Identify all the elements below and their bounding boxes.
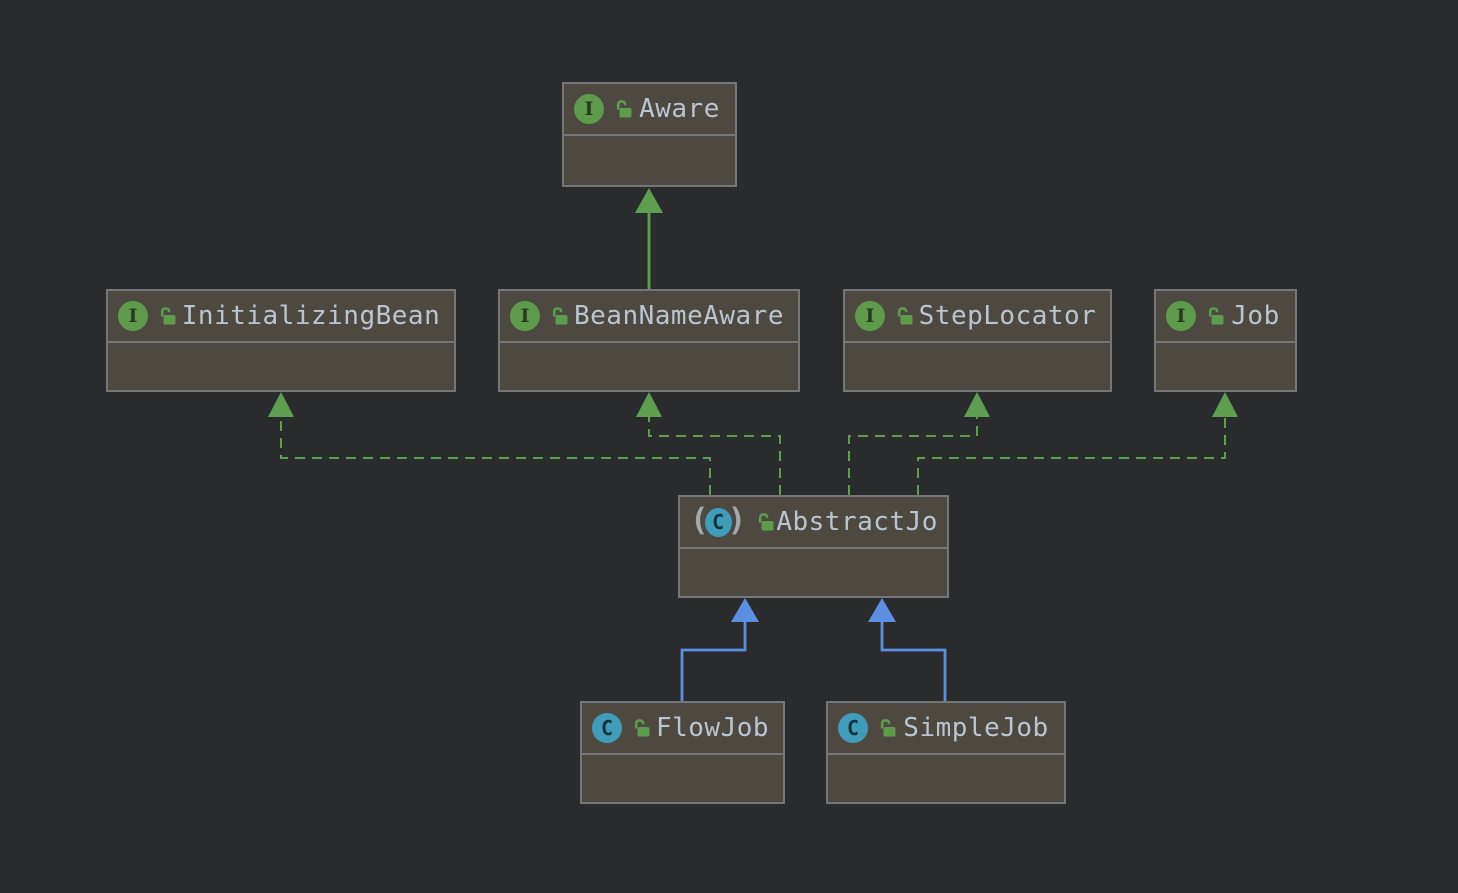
node-header: I Job: [1156, 291, 1295, 343]
node-header: I StepLocator: [845, 291, 1110, 343]
abstract-paren-close: ): [728, 506, 747, 535]
class-letter: C: [847, 718, 859, 738]
class-node-abstractjob[interactable]: ( C ) AbstractJob: [678, 495, 949, 598]
node-header: C SimpleJob: [828, 703, 1064, 755]
class-node-flowjob[interactable]: C FlowJob: [580, 701, 785, 804]
class-name: Job: [1226, 301, 1285, 331]
unlocked-icon: [877, 718, 898, 739]
edge-simplejob-extends-abstractjob: [868, 598, 945, 701]
node-header: ( C ) AbstractJob: [680, 497, 947, 549]
node-header: I Aware: [564, 84, 735, 136]
class-name: AbstractJob: [776, 507, 937, 537]
unlocked-icon: [549, 306, 570, 327]
abstract-class-icon: ( C ): [690, 508, 746, 537]
interface-letter: I: [129, 307, 138, 326]
class-node-steplocator[interactable]: I StepLocator: [843, 289, 1112, 392]
node-header: I InitializingBean: [108, 291, 454, 343]
class-icon: C: [592, 713, 622, 743]
interface-letter: I: [866, 307, 875, 326]
unlocked-icon: [755, 512, 776, 533]
unlocked-icon: [157, 306, 178, 327]
unlocked-icon: [631, 718, 652, 739]
class-letter: C: [601, 718, 613, 738]
interface-icon: I: [1166, 301, 1196, 331]
interface-letter: I: [521, 307, 530, 326]
class-name: StepLocator: [915, 301, 1100, 331]
interface-icon: I: [510, 301, 540, 331]
interface-icon: I: [855, 301, 885, 331]
interface-icon: I: [574, 94, 604, 124]
class-node-job[interactable]: I Job: [1154, 289, 1297, 392]
class-name: Aware: [634, 94, 725, 124]
node-header: C FlowJob: [582, 703, 783, 755]
edge-abstractjob-implements-steplocator: [849, 392, 990, 495]
class-letter: C: [712, 512, 724, 532]
class-node-initializingbean[interactable]: I InitializingBean: [106, 289, 456, 392]
class-name: FlowJob: [652, 713, 773, 743]
class-name: BeanNameAware: [570, 301, 788, 331]
interface-letter: I: [585, 100, 594, 119]
node-header: I BeanNameAware: [500, 291, 798, 343]
class-name: SimpleJob: [898, 713, 1054, 743]
class-node-beannameaware[interactable]: I BeanNameAware: [498, 289, 800, 392]
class-icon: C: [838, 713, 868, 743]
unlocked-icon: [613, 99, 634, 120]
edge-flowjob-extends-abstractjob: [682, 598, 759, 701]
edge-beannameaware-extends-aware: [635, 188, 663, 289]
interface-icon: I: [118, 301, 148, 331]
class-node-aware[interactable]: I Aware: [562, 82, 737, 187]
unlocked-icon: [894, 306, 915, 327]
abstract-paren-open: (: [690, 506, 709, 535]
class-name: InitializingBean: [178, 301, 444, 331]
uml-diagram-canvas: I Aware I InitializingBean I: [0, 0, 1458, 893]
interface-letter: I: [1177, 307, 1186, 326]
edge-abstractjob-implements-job: [918, 392, 1238, 495]
edge-abstractjob-implements-beannameaware: [636, 392, 780, 495]
unlocked-icon: [1205, 306, 1226, 327]
class-node-simplejob[interactable]: C SimpleJob: [826, 701, 1066, 804]
